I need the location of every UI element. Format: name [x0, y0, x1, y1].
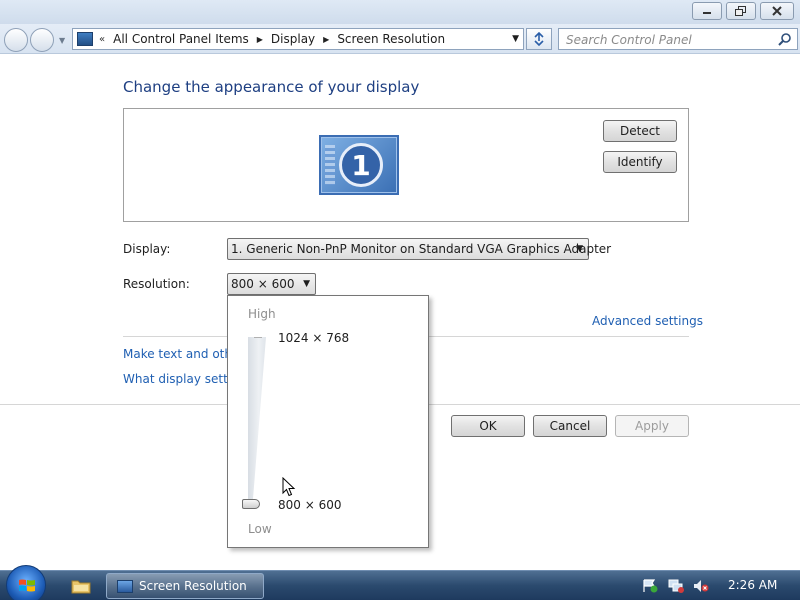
- detect-button[interactable]: Detect: [603, 120, 677, 142]
- address-dropdown-icon[interactable]: ▼: [512, 34, 519, 44]
- breadcrumb-display[interactable]: Display: [271, 32, 315, 46]
- taskbar-item-screen-resolution[interactable]: Screen Resolution: [106, 573, 264, 599]
- network-icon[interactable]: [668, 579, 684, 593]
- restore-icon: [735, 6, 746, 16]
- search-icon[interactable]: [778, 32, 792, 46]
- display-label: Display:: [123, 242, 171, 256]
- mouse-cursor-icon: [282, 477, 296, 497]
- monitor-number: 1: [339, 143, 383, 187]
- close-icon: [772, 6, 782, 16]
- slider-tick-high: [254, 337, 262, 338]
- address-bar[interactable]: « All Control Panel Items ▶ Display ▶ Sc…: [72, 28, 524, 50]
- low-label: Low: [248, 522, 272, 536]
- identify-button[interactable]: Identify: [603, 151, 677, 173]
- minimize-icon: [703, 12, 711, 14]
- breadcrumb-separator-icon[interactable]: ▶: [323, 35, 329, 44]
- navigation-bar: ▼ « All Control Panel Items ▶ Display ▶ …: [0, 24, 800, 54]
- breadcrumb-overflow[interactable]: «: [99, 34, 105, 45]
- resolution-option-min[interactable]: 800 × 600: [278, 498, 342, 512]
- refresh-icon: [534, 32, 544, 46]
- chevron-down-icon: ▼: [303, 279, 310, 289]
- high-label: High: [248, 307, 276, 321]
- forward-button[interactable]: [30, 28, 54, 52]
- recent-pages-dropdown[interactable]: ▼: [59, 36, 65, 45]
- search-box[interactable]: Search Control Panel: [558, 28, 798, 50]
- resolution-label: Resolution:: [123, 277, 190, 291]
- resolution-dropdown: High 1024 × 768 800 × 600 Low: [227, 295, 429, 548]
- windows-logo-icon: [19, 579, 35, 592]
- advanced-settings-link[interactable]: Advanced settings: [592, 314, 703, 328]
- monitor-icon[interactable]: 1: [319, 135, 399, 195]
- chevron-down-icon: ▼: [576, 244, 583, 254]
- monitor-stripes: [325, 145, 335, 185]
- taskbar: Screen Resolution 2:26 AM: [0, 565, 800, 600]
- action-center-flag-icon[interactable]: [642, 579, 658, 593]
- resolution-option-max[interactable]: 1024 × 768: [278, 331, 349, 345]
- volume-muted-icon[interactable]: [693, 579, 709, 593]
- resolution-slider-track[interactable]: [248, 337, 266, 505]
- taskbar-item-label: Screen Resolution: [139, 579, 247, 593]
- folder-icon: [71, 580, 91, 594]
- breadcrumb-separator-icon[interactable]: ▶: [257, 35, 263, 44]
- windows-explorer-button[interactable]: [62, 574, 100, 598]
- resolution-select[interactable]: 800 × 600 ▼: [227, 273, 316, 295]
- display-select[interactable]: 1. Generic Non-PnP Monitor on Standard V…: [227, 238, 611, 260]
- refresh-button[interactable]: [526, 28, 552, 50]
- ok-button[interactable]: OK: [451, 415, 525, 437]
- restore-button[interactable]: [726, 2, 756, 20]
- search-input[interactable]: Search Control Panel: [566, 33, 692, 47]
- breadcrumb-screen-resolution[interactable]: Screen Resolution: [337, 32, 445, 46]
- title-bar: [0, 0, 800, 24]
- display-select-value: 1. Generic Non-PnP Monitor on Standard V…: [231, 242, 612, 256]
- system-clock[interactable]: 2:26 AM: [728, 578, 777, 592]
- page-title: Change the appearance of your display: [123, 78, 420, 96]
- apply-button[interactable]: Apply: [615, 415, 689, 437]
- resolution-select-value: 800 × 600: [231, 277, 295, 291]
- monitor-preview-panel: 1 Detect Identify: [123, 108, 689, 222]
- start-button[interactable]: [6, 565, 46, 600]
- back-button[interactable]: [4, 28, 28, 52]
- breadcrumb-all-control-panel-items[interactable]: All Control Panel Items: [113, 32, 249, 46]
- cancel-button[interactable]: Cancel: [533, 415, 607, 437]
- close-button[interactable]: [760, 2, 794, 20]
- control-panel-icon: [117, 579, 133, 593]
- resolution-slider-thumb[interactable]: [242, 499, 260, 509]
- control-panel-icon: [77, 32, 93, 46]
- minimize-button[interactable]: [692, 2, 722, 20]
